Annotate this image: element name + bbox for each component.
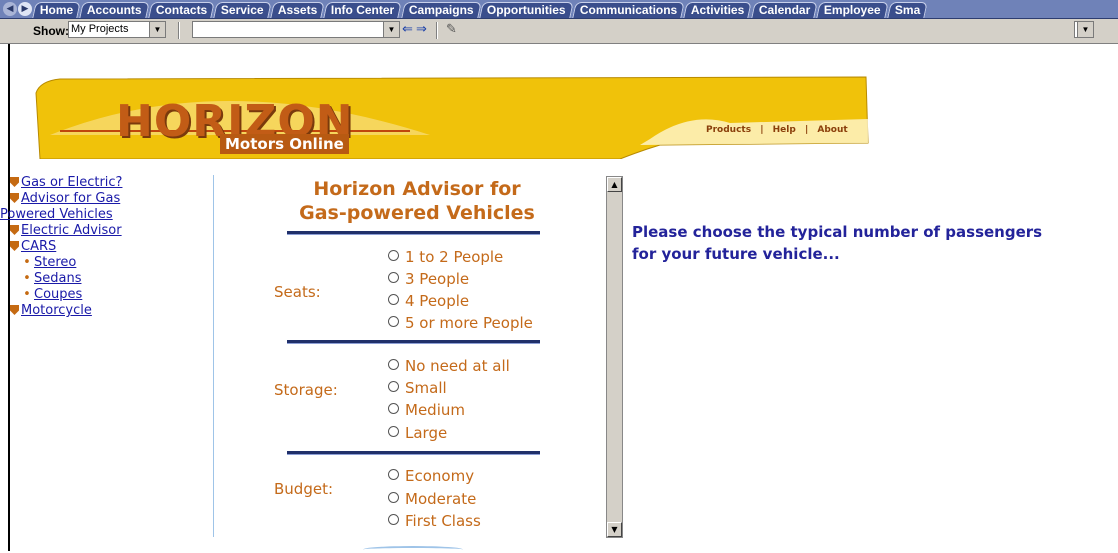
nav-item-advisor-gas-continued[interactable]: Powered Vehicles [0, 207, 210, 223]
toolbar: Show: My Projects ▼ ▼ ⇐ ⇒ ✎ ▼ [0, 19, 1118, 44]
nav-item-advisor-gas[interactable]: Advisor for Gas [10, 191, 210, 207]
radio-icon[interactable] [388, 316, 399, 327]
footer-curve [363, 546, 463, 553]
section-rule [287, 340, 540, 344]
seats-option-1[interactable]: 1 to 2 People [388, 248, 503, 270]
radio-icon[interactable] [388, 359, 399, 370]
radio-icon[interactable] [388, 250, 399, 261]
nav-divider [213, 175, 214, 537]
chevron-down-icon[interactable]: ▼ [383, 22, 399, 37]
storage-option-2[interactable]: Small [388, 379, 447, 401]
radio-icon[interactable] [388, 294, 399, 305]
banner-links: Products | Help | About [706, 125, 848, 135]
shield-icon [10, 193, 19, 203]
back-arrow-icon[interactable]: ◀ [3, 2, 17, 16]
bullet-icon: • [23, 255, 31, 270]
storage-option-4[interactable]: Large [388, 424, 447, 446]
tab-service[interactable]: Service [213, 2, 272, 18]
budget-option-2[interactable]: Moderate [388, 490, 476, 512]
products-link[interactable]: Products [706, 125, 751, 135]
link-divider: | [804, 125, 809, 135]
seats-label: Seats: [274, 283, 321, 301]
forward-icon[interactable]: ⇒ [416, 22, 427, 37]
seats-option-3[interactable]: 4 People [388, 292, 469, 314]
screen-select[interactable]: ▼ [1074, 21, 1094, 38]
shield-icon [10, 241, 19, 251]
nav-item-sedans[interactable]: • Sedans [10, 271, 210, 287]
toolbar-divider [178, 22, 180, 39]
forward-arrow-icon[interactable]: ▶ [18, 2, 32, 16]
tab-communications[interactable]: Communications [572, 2, 686, 18]
advisor-title: Horizon Advisor for Gas-powered Vehicles [299, 178, 535, 224]
tab-opportunities[interactable]: Opportunities [479, 2, 574, 18]
budget-label: Budget: [274, 480, 334, 498]
scroll-down-icon[interactable]: ▼ [607, 522, 622, 537]
section-rule [287, 451, 540, 455]
radio-icon[interactable] [388, 492, 399, 503]
nav-item-gas-or-electric[interactable]: Gas or Electric? [10, 175, 210, 191]
tab-contacts[interactable]: Contacts [148, 2, 216, 18]
tab-accounts[interactable]: Accounts [79, 2, 150, 18]
edit-icon[interactable]: ✎ [446, 22, 457, 37]
tab-bar: ◀ ▶ Home Accounts Contacts Service Asset… [0, 0, 1118, 19]
tab-activities[interactable]: Activities [683, 2, 753, 18]
nav-item-stereo[interactable]: • Stereo [10, 255, 210, 271]
tab-sma[interactable]: Sma [887, 2, 928, 18]
nav-item-coupes[interactable]: • Coupes [10, 287, 210, 303]
shield-icon [10, 305, 19, 315]
budget-option-3[interactable]: First Class [388, 512, 481, 534]
nav-item-cars[interactable]: CARS [10, 239, 210, 255]
radio-icon[interactable] [388, 426, 399, 437]
chevron-down-icon[interactable]: ▼ [1077, 22, 1093, 37]
shield-icon [10, 177, 19, 187]
tab-campaigns[interactable]: Campaigns [401, 2, 482, 18]
tab-info-center[interactable]: Info Center [323, 2, 403, 18]
nav-item-electric-advisor[interactable]: Electric Advisor [10, 223, 210, 239]
left-nav: Gas or Electric? Advisor for Gas Powered… [0, 175, 210, 319]
tab-scroll-icon[interactable] [1102, 0, 1118, 18]
passenger-prompt: Please choose the typical number of pass… [632, 223, 1043, 263]
toolbar-divider [436, 22, 438, 39]
radio-icon[interactable] [388, 272, 399, 283]
radio-icon[interactable] [388, 381, 399, 392]
seats-option-4[interactable]: 5 or more People [388, 314, 533, 336]
show-select-value: My Projects [71, 23, 129, 35]
nav-item-motorcycle[interactable]: Motorcycle [10, 303, 210, 319]
budget-option-1[interactable]: Economy [388, 467, 474, 489]
radio-icon[interactable] [388, 514, 399, 525]
banner: HORIZON Motors Online Products | Help | … [30, 73, 872, 159]
link-divider: | [760, 125, 764, 135]
show-label: Show: [33, 24, 69, 38]
tab-calendar[interactable]: Calendar [751, 2, 818, 18]
frame-border [0, 44, 10, 551]
logo-subtitle: Motors Online [220, 134, 349, 154]
storage-option-3[interactable]: Medium [388, 401, 465, 423]
tab-home[interactable]: Home [32, 2, 82, 18]
back-icon[interactable]: ⇐ [402, 22, 413, 37]
about-link[interactable]: About [817, 125, 847, 135]
radio-icon[interactable] [388, 403, 399, 414]
history-select[interactable]: ▼ [192, 21, 400, 38]
section-rule [287, 231, 540, 235]
show-select[interactable]: My Projects ▼ [68, 21, 166, 38]
shield-icon [10, 225, 19, 235]
advisor-scrollbar[interactable]: ▲ ▼ [606, 176, 623, 538]
tab-assets[interactable]: Assets [270, 2, 326, 18]
tab-list: Home Accounts Contacts Service Assets In… [32, 0, 928, 18]
storage-label: Storage: [274, 381, 338, 399]
scroll-up-icon[interactable]: ▲ [607, 177, 622, 192]
help-link[interactable]: Help [773, 125, 796, 135]
bullet-icon: • [23, 287, 31, 302]
tab-employee[interactable]: Employee [816, 2, 889, 18]
radio-icon[interactable] [388, 469, 399, 480]
chevron-down-icon[interactable]: ▼ [149, 22, 165, 37]
storage-option-1[interactable]: No need at all [388, 357, 510, 379]
seats-option-2[interactable]: 3 People [388, 270, 469, 292]
bullet-icon: • [23, 271, 31, 286]
